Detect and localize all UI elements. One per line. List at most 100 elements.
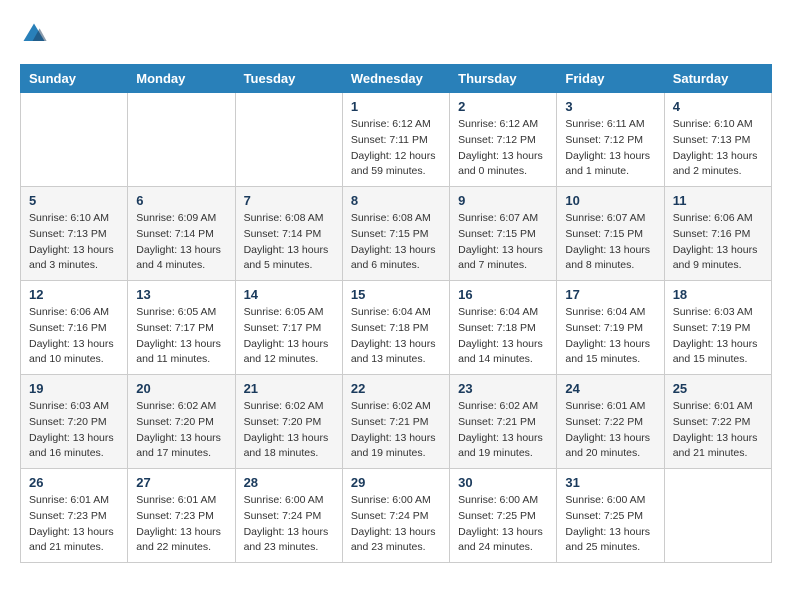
day-info: Sunrise: 6:04 AMSunset: 7:18 PMDaylight:… (351, 305, 441, 368)
calendar-cell: 9 Sunrise: 6:07 AMSunset: 7:15 PMDaylight… (450, 187, 557, 281)
calendar-week-1: 1 Sunrise: 6:12 AMSunset: 7:11 PMDaylight… (21, 93, 772, 187)
day-number: 10 (565, 193, 655, 208)
calendar-cell: 19 Sunrise: 6:03 AMSunset: 7:20 PMDayligh… (21, 375, 128, 469)
day-info: Sunrise: 6:11 AMSunset: 7:12 PMDaylight:… (565, 117, 655, 180)
calendar-table: SundayMondayTuesdayWednesdayThursdayFrid… (20, 64, 772, 563)
day-number: 27 (136, 475, 226, 490)
calendar-cell: 13Sunrise: 6:05 AMSunset: 7:17 PMDayligh… (128, 281, 235, 375)
calendar-cell: 6Sunrise: 6:09 AMSunset: 7:14 PMDaylight… (128, 187, 235, 281)
col-header-saturday: Saturday (664, 65, 771, 93)
calendar-cell: 26 Sunrise: 6:01 AMSunset: 7:23 PMDayligh… (21, 469, 128, 563)
day-number: 19 (29, 381, 119, 396)
day-number: 15 (351, 287, 441, 302)
calendar-cell: 4 Sunrise: 6:10 AMSunset: 7:13 PMDaylight… (664, 93, 771, 187)
calendar-week-2: 5 Sunrise: 6:10 AMSunset: 7:13 PMDaylight… (21, 187, 772, 281)
day-info: Sunrise: 6:01 AMSunset: 7:23 PMDaylight:… (29, 493, 119, 556)
calendar-cell: 16Sunrise: 6:04 AMSunset: 7:18 PMDayligh… (450, 281, 557, 375)
day-number: 5 (29, 193, 119, 208)
day-number: 18 (673, 287, 763, 302)
day-number: 9 (458, 193, 548, 208)
day-info: Sunrise: 6:00 AMSunset: 7:25 PMDaylight:… (458, 493, 548, 556)
day-info: Sunrise: 6:12 AMSunset: 7:12 PMDaylight:… (458, 117, 548, 180)
col-header-sunday: Sunday (21, 65, 128, 93)
calendar-cell: 3 Sunrise: 6:11 AMSunset: 7:12 PMDaylight… (557, 93, 664, 187)
day-number: 22 (351, 381, 441, 396)
day-number: 26 (29, 475, 119, 490)
calendar-cell: 11 Sunrise: 6:06 AMSunset: 7:16 PMDayligh… (664, 187, 771, 281)
day-number: 16 (458, 287, 548, 302)
day-number: 11 (673, 193, 763, 208)
day-info: Sunrise: 6:02 AMSunset: 7:21 PMDaylight:… (458, 399, 548, 462)
calendar-cell: 7 Sunrise: 6:08 AMSunset: 7:14 PMDaylight… (235, 187, 342, 281)
calendar-week-4: 19 Sunrise: 6:03 AMSunset: 7:20 PMDayligh… (21, 375, 772, 469)
calendar-cell: 31Sunrise: 6:00 AMSunset: 7:25 PMDayligh… (557, 469, 664, 563)
day-number: 25 (673, 381, 763, 396)
calendar-week-5: 26 Sunrise: 6:01 AMSunset: 7:23 PMDayligh… (21, 469, 772, 563)
day-number: 1 (351, 99, 441, 114)
day-info: Sunrise: 6:07 AMSunset: 7:15 PMDaylight:… (565, 211, 655, 274)
day-number: 30 (458, 475, 548, 490)
day-number: 21 (244, 381, 334, 396)
day-info: Sunrise: 6:01 AMSunset: 7:23 PMDaylight:… (136, 493, 226, 556)
day-number: 3 (565, 99, 655, 114)
calendar-cell: 1 Sunrise: 6:12 AMSunset: 7:11 PMDaylight… (342, 93, 449, 187)
calendar-cell: 30 Sunrise: 6:00 AMSunset: 7:25 PMDayligh… (450, 469, 557, 563)
day-info: Sunrise: 6:08 AMSunset: 7:14 PMDaylight:… (244, 211, 334, 274)
col-header-friday: Friday (557, 65, 664, 93)
day-info: Sunrise: 6:04 AMSunset: 7:19 PMDaylight:… (565, 305, 655, 368)
logo (20, 20, 52, 48)
day-number: 20 (136, 381, 226, 396)
calendar-cell: 14 Sunrise: 6:05 AMSunset: 7:17 PMDayligh… (235, 281, 342, 375)
day-info: Sunrise: 6:02 AMSunset: 7:21 PMDaylight:… (351, 399, 441, 462)
col-header-tuesday: Tuesday (235, 65, 342, 93)
day-number: 31 (565, 475, 655, 490)
calendar-cell: 18 Sunrise: 6:03 AMSunset: 7:19 PMDayligh… (664, 281, 771, 375)
day-info: Sunrise: 6:10 AMSunset: 7:13 PMDaylight:… (673, 117, 763, 180)
calendar-cell (664, 469, 771, 563)
day-number: 17 (565, 287, 655, 302)
day-info: Sunrise: 6:02 AMSunset: 7:20 PMDaylight:… (244, 399, 334, 462)
calendar-cell: 12 Sunrise: 6:06 AMSunset: 7:16 PMDayligh… (21, 281, 128, 375)
calendar-cell: 5 Sunrise: 6:10 AMSunset: 7:13 PMDaylight… (21, 187, 128, 281)
day-info: Sunrise: 6:10 AMSunset: 7:13 PMDaylight:… (29, 211, 119, 274)
calendar-cell: 28Sunrise: 6:00 AMSunset: 7:24 PMDayligh… (235, 469, 342, 563)
day-number: 7 (244, 193, 334, 208)
calendar-cell (128, 93, 235, 187)
day-info: Sunrise: 6:03 AMSunset: 7:20 PMDaylight:… (29, 399, 119, 462)
day-number: 8 (351, 193, 441, 208)
logo-icon (20, 20, 48, 48)
day-info: Sunrise: 6:01 AMSunset: 7:22 PMDaylight:… (673, 399, 763, 462)
day-info: Sunrise: 6:00 AMSunset: 7:24 PMDaylight:… (351, 493, 441, 556)
day-number: 24 (565, 381, 655, 396)
day-number: 2 (458, 99, 548, 114)
calendar-cell: 22 Sunrise: 6:02 AMSunset: 7:21 PMDayligh… (342, 375, 449, 469)
day-number: 6 (136, 193, 226, 208)
calendar-cell: 20Sunrise: 6:02 AMSunset: 7:20 PMDayligh… (128, 375, 235, 469)
calendar-cell: 15 Sunrise: 6:04 AMSunset: 7:18 PMDayligh… (342, 281, 449, 375)
day-info: Sunrise: 6:06 AMSunset: 7:16 PMDaylight:… (673, 211, 763, 274)
day-info: Sunrise: 6:01 AMSunset: 7:22 PMDaylight:… (565, 399, 655, 462)
day-info: Sunrise: 6:08 AMSunset: 7:15 PMDaylight:… (351, 211, 441, 274)
day-info: Sunrise: 6:12 AMSunset: 7:11 PMDaylight:… (351, 117, 441, 180)
calendar-cell: 25 Sunrise: 6:01 AMSunset: 7:22 PMDayligh… (664, 375, 771, 469)
day-number: 14 (244, 287, 334, 302)
calendar-cell: 8 Sunrise: 6:08 AMSunset: 7:15 PMDaylight… (342, 187, 449, 281)
calendar-cell: 29 Sunrise: 6:00 AMSunset: 7:24 PMDayligh… (342, 469, 449, 563)
day-info: Sunrise: 6:05 AMSunset: 7:17 PMDaylight:… (244, 305, 334, 368)
calendar-cell: 23 Sunrise: 6:02 AMSunset: 7:21 PMDayligh… (450, 375, 557, 469)
day-info: Sunrise: 6:07 AMSunset: 7:15 PMDaylight:… (458, 211, 548, 274)
calendar-cell: 21 Sunrise: 6:02 AMSunset: 7:20 PMDayligh… (235, 375, 342, 469)
day-number: 28 (244, 475, 334, 490)
day-info: Sunrise: 6:03 AMSunset: 7:19 PMDaylight:… (673, 305, 763, 368)
day-number: 23 (458, 381, 548, 396)
page-header (20, 20, 772, 48)
calendar-cell (21, 93, 128, 187)
day-number: 13 (136, 287, 226, 302)
day-number: 4 (673, 99, 763, 114)
day-number: 29 (351, 475, 441, 490)
day-number: 12 (29, 287, 119, 302)
col-header-thursday: Thursday (450, 65, 557, 93)
col-header-monday: Monday (128, 65, 235, 93)
calendar-week-3: 12 Sunrise: 6:06 AMSunset: 7:16 PMDayligh… (21, 281, 772, 375)
day-info: Sunrise: 6:06 AMSunset: 7:16 PMDaylight:… (29, 305, 119, 368)
